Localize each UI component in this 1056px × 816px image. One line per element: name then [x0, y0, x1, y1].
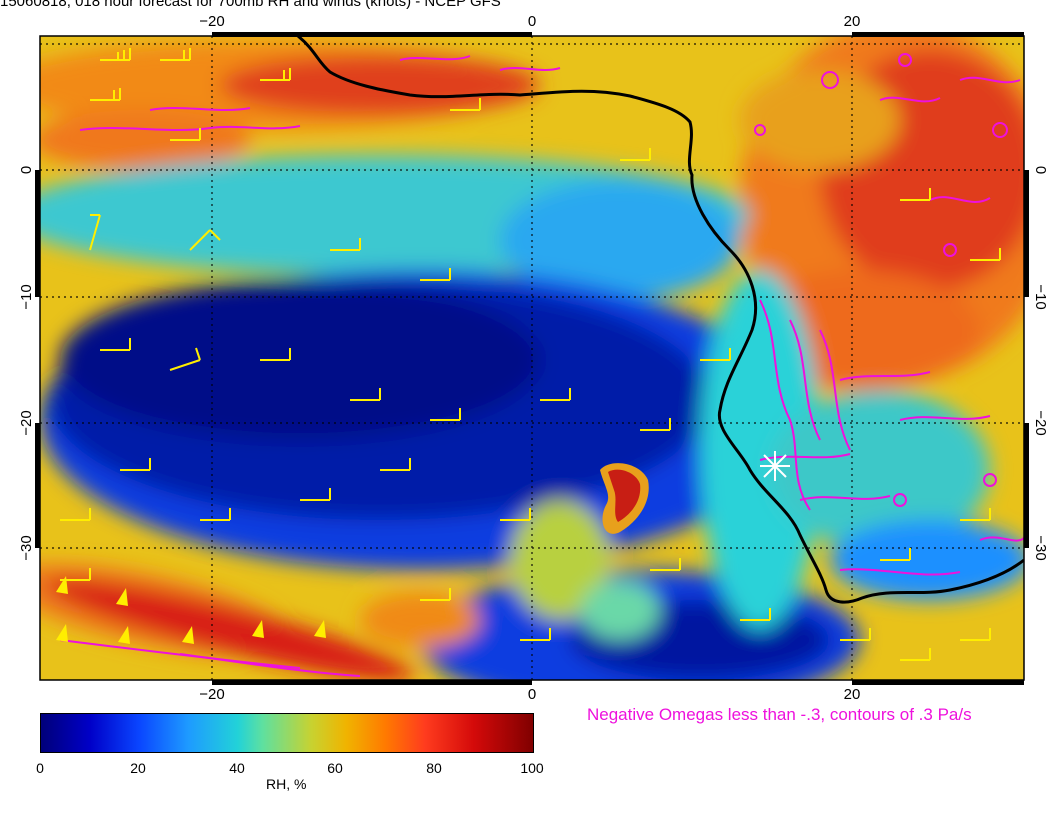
right-lat-label: −30	[1032, 535, 1049, 560]
left-lat-label: 0	[18, 166, 35, 174]
rh-field	[40, 36, 1024, 680]
colorbar-tick: 60	[327, 760, 343, 776]
rh-colorbar	[40, 713, 534, 753]
colorbar-tick: 100	[520, 760, 544, 776]
colorbar-tick: 80	[426, 760, 442, 776]
location-marker	[760, 451, 790, 481]
top-lon-label: 0	[528, 13, 536, 30]
bottom-lon-label: −20	[199, 686, 224, 700]
left-lat-label: −10	[18, 284, 35, 309]
colorbar-tick: 0	[36, 760, 44, 776]
map-frame: −20 0 20 −20 0 20 0 −10 −20 −30 0 −10 −2…	[18, 13, 1049, 700]
left-lat-label: −20	[18, 410, 35, 435]
colorbar-tick: 20	[130, 760, 146, 776]
right-lat-label: −10	[1032, 284, 1049, 309]
top-lon-label: −20	[199, 13, 224, 30]
right-lat-label: 0	[1032, 166, 1049, 174]
right-lat-label: −20	[1032, 410, 1049, 435]
bottom-lon-label: 20	[844, 686, 861, 700]
colorbar-label: RH, %	[266, 776, 307, 792]
colorbar-tick: 40	[229, 760, 245, 776]
top-lon-label: 20	[844, 13, 861, 30]
bottom-lon-label: 0	[528, 686, 536, 700]
left-lat-label: −30	[18, 535, 35, 560]
omega-note: Negative Omegas less than -.3, contours …	[587, 705, 972, 724]
